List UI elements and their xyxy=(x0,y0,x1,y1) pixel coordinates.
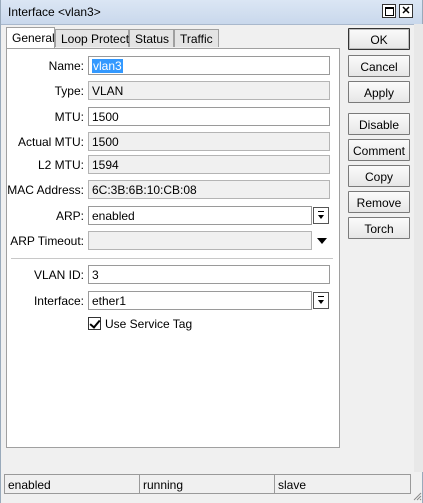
l2-mtu-label: L2 MTU: xyxy=(37,158,84,172)
tab-traffic[interactable]: Traffic xyxy=(174,29,219,47)
remove-button[interactable]: Remove xyxy=(348,191,410,213)
apply-button[interactable]: Apply xyxy=(348,81,410,103)
chevron-down-icon xyxy=(318,214,324,219)
ok-button[interactable]: OK xyxy=(348,28,410,50)
interface-select[interactable]: ether1 xyxy=(88,291,312,310)
interface-dropdown-button[interactable] xyxy=(313,292,329,309)
status-slave: slave xyxy=(278,478,307,492)
arp-select[interactable]: enabled xyxy=(88,206,312,225)
arp-timeout-input[interactable] xyxy=(88,231,312,250)
cancel-button[interactable]: Cancel xyxy=(348,55,410,77)
status-running: running xyxy=(140,475,275,493)
actual-mtu-field: 1500 xyxy=(88,132,330,151)
torch-button[interactable]: Torch xyxy=(348,217,410,239)
l2-mtu-row: L2 MTU: 1594 xyxy=(7,155,339,174)
resize-grip-icon[interactable] xyxy=(412,491,422,501)
comment-button[interactable]: Comment xyxy=(348,139,410,161)
title-bar[interactable]: Interface <vlan3> ✕ xyxy=(1,0,422,25)
close-button[interactable]: ✕ xyxy=(399,4,413,18)
status-bar: enabled running slave xyxy=(4,474,411,494)
section-divider xyxy=(11,258,333,259)
arp-dropdown-button[interactable] xyxy=(313,207,329,224)
restore-button[interactable] xyxy=(382,4,396,18)
vlan-id-input[interactable]: 3 xyxy=(88,265,330,284)
type-field: VLAN xyxy=(88,81,330,100)
tab-status[interactable]: Status xyxy=(129,29,174,47)
window-edge xyxy=(414,24,423,472)
tab-general[interactable]: General xyxy=(6,27,55,48)
mac-address-field: 6C:3B:6B:10:CB:08 xyxy=(88,180,330,199)
interface-dialog: Interface <vlan3> ✕ General Loop Protect… xyxy=(0,0,423,503)
actual-mtu-row: Actual MTU: 1500 xyxy=(7,132,339,151)
disable-button[interactable]: Disable xyxy=(348,113,410,135)
type-label: Type: xyxy=(54,84,84,98)
window-title: Interface <vlan3> xyxy=(8,5,101,19)
dropdown-bar-icon xyxy=(318,296,324,297)
status-enabled: enabled xyxy=(5,475,140,493)
checkmark-icon xyxy=(89,317,101,329)
mac-address-row: MAC Address: 6C:3B:6B:10:CB:08 xyxy=(7,180,339,199)
mtu-row: MTU: 1500 xyxy=(7,107,339,126)
use-service-tag-label: Use Service Tag xyxy=(105,317,193,331)
vlan-id-label: VLAN ID: xyxy=(33,268,84,282)
restore-icon xyxy=(384,6,394,16)
general-panel: Name: vlan3 Type: VLAN MTU: 1500 Actual … xyxy=(6,48,340,448)
arp-row: ARP: enabled xyxy=(7,206,339,225)
mtu-label: MTU: xyxy=(54,110,84,124)
mtu-input[interactable]: 1500 xyxy=(88,107,330,126)
name-row: Name: vlan3 xyxy=(7,56,339,75)
interface-label: Interface: xyxy=(33,294,84,308)
tab-loop-protect[interactable]: Loop Protect xyxy=(55,29,129,47)
name-label: Name: xyxy=(48,59,84,73)
chevron-down-icon xyxy=(318,299,324,304)
mac-address-label: MAC Address: xyxy=(7,183,84,197)
interface-row: Interface: ether1 xyxy=(7,291,339,310)
name-value: vlan3 xyxy=(92,59,123,73)
close-icon: ✕ xyxy=(401,4,411,17)
arp-timeout-label: ARP Timeout: xyxy=(10,234,84,248)
actual-mtu-label: Actual MTU: xyxy=(17,135,84,149)
l2-mtu-field: 1594 xyxy=(88,155,330,174)
name-input[interactable]: vlan3 xyxy=(88,56,330,75)
vlan-id-row: VLAN ID: 3 xyxy=(7,265,339,284)
arp-timeout-row: ARP Timeout: xyxy=(7,231,339,250)
copy-button[interactable]: Copy xyxy=(348,165,410,187)
dropdown-bar-icon xyxy=(318,211,324,212)
arp-label: ARP: xyxy=(55,209,84,223)
type-row: Type: VLAN xyxy=(7,81,339,100)
use-service-tag-checkbox[interactable] xyxy=(88,317,101,330)
arp-timeout-expand-icon[interactable] xyxy=(317,238,327,244)
